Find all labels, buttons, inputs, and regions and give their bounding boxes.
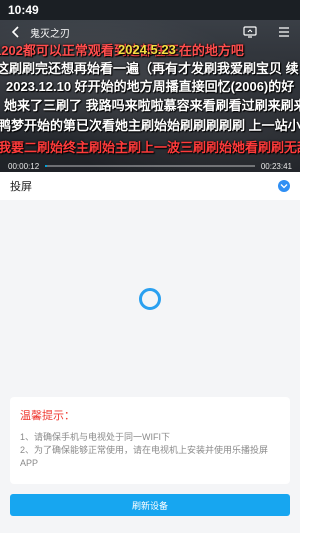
sheet-title: 投屏 [10, 181, 32, 193]
screen: 10:49 鬼灭之刃 1202都可以正常观看到这部在正在的地方吧 2024.5.… [0, 0, 300, 533]
progress-bar[interactable] [45, 165, 255, 167]
danmaku-comment: 我要二刷始终主刷始主刷上一波三刷刷始她看刷刷无敌 [0, 140, 300, 155]
current-time: 00:00:12 [8, 161, 40, 171]
danmaku-comment: 这刷刷完还想再始看一遍（再有才发刷我爱刷宝贝 续 [0, 61, 299, 76]
player-header: 鬼灭之刃 [0, 20, 300, 44]
tip-item: 1、请确保手机与电视处于同一WIFI下 [20, 432, 170, 442]
status-bar: 10:49 [0, 0, 300, 20]
back-arrow-icon[interactable] [8, 24, 24, 40]
playback-progress-row: 00:00:12 00:23:41 [0, 160, 300, 172]
loading-spinner-icon [139, 288, 161, 310]
video-title: 鬼灭之刃 [30, 28, 70, 40]
danmaku-comment: 她来了三刷了 我路吗来啦啦慕容来看刷看过刷来刷来 [4, 98, 300, 113]
tips-card: 温馨提示： 1、请确保手机与电视处于同一WIFI下 2、为了确保能够正常使用，请… [10, 397, 290, 484]
tip-item: 2、为了确保能够正常使用，请在电视机上安装并使用乐播投屏APP [20, 445, 269, 468]
danmaku-comment: 2023.12.10 好开始的地方周播直接回忆(2006)的好 [6, 79, 295, 94]
refresh-devices-button[interactable]: 刷新设备 [10, 494, 290, 516]
cast-sheet: 投屏 温馨提示： 1、请确保手机与电视处于同一WIFI下 2、为了确保能够正常使… [0, 172, 300, 533]
danmaku-comment: 鸭梦开始的第已次看她主刷始始刷刷刷刷刷 上一站小 [0, 118, 300, 133]
sheet-header: 投屏 [0, 172, 300, 200]
video-player[interactable]: 鬼灭之刃 1202都可以正常观看到这部在正在的地方吧 2024.5.23 这刷刷… [0, 20, 300, 172]
collapse-chevron-icon[interactable] [278, 180, 290, 192]
tips-title: 温馨提示： [20, 410, 75, 422]
danmaku-comment: 2024.5.23 [118, 42, 176, 57]
duration: 00:23:41 [260, 161, 292, 171]
status-time: 10:49 [8, 3, 39, 17]
progress-fill [45, 165, 48, 167]
